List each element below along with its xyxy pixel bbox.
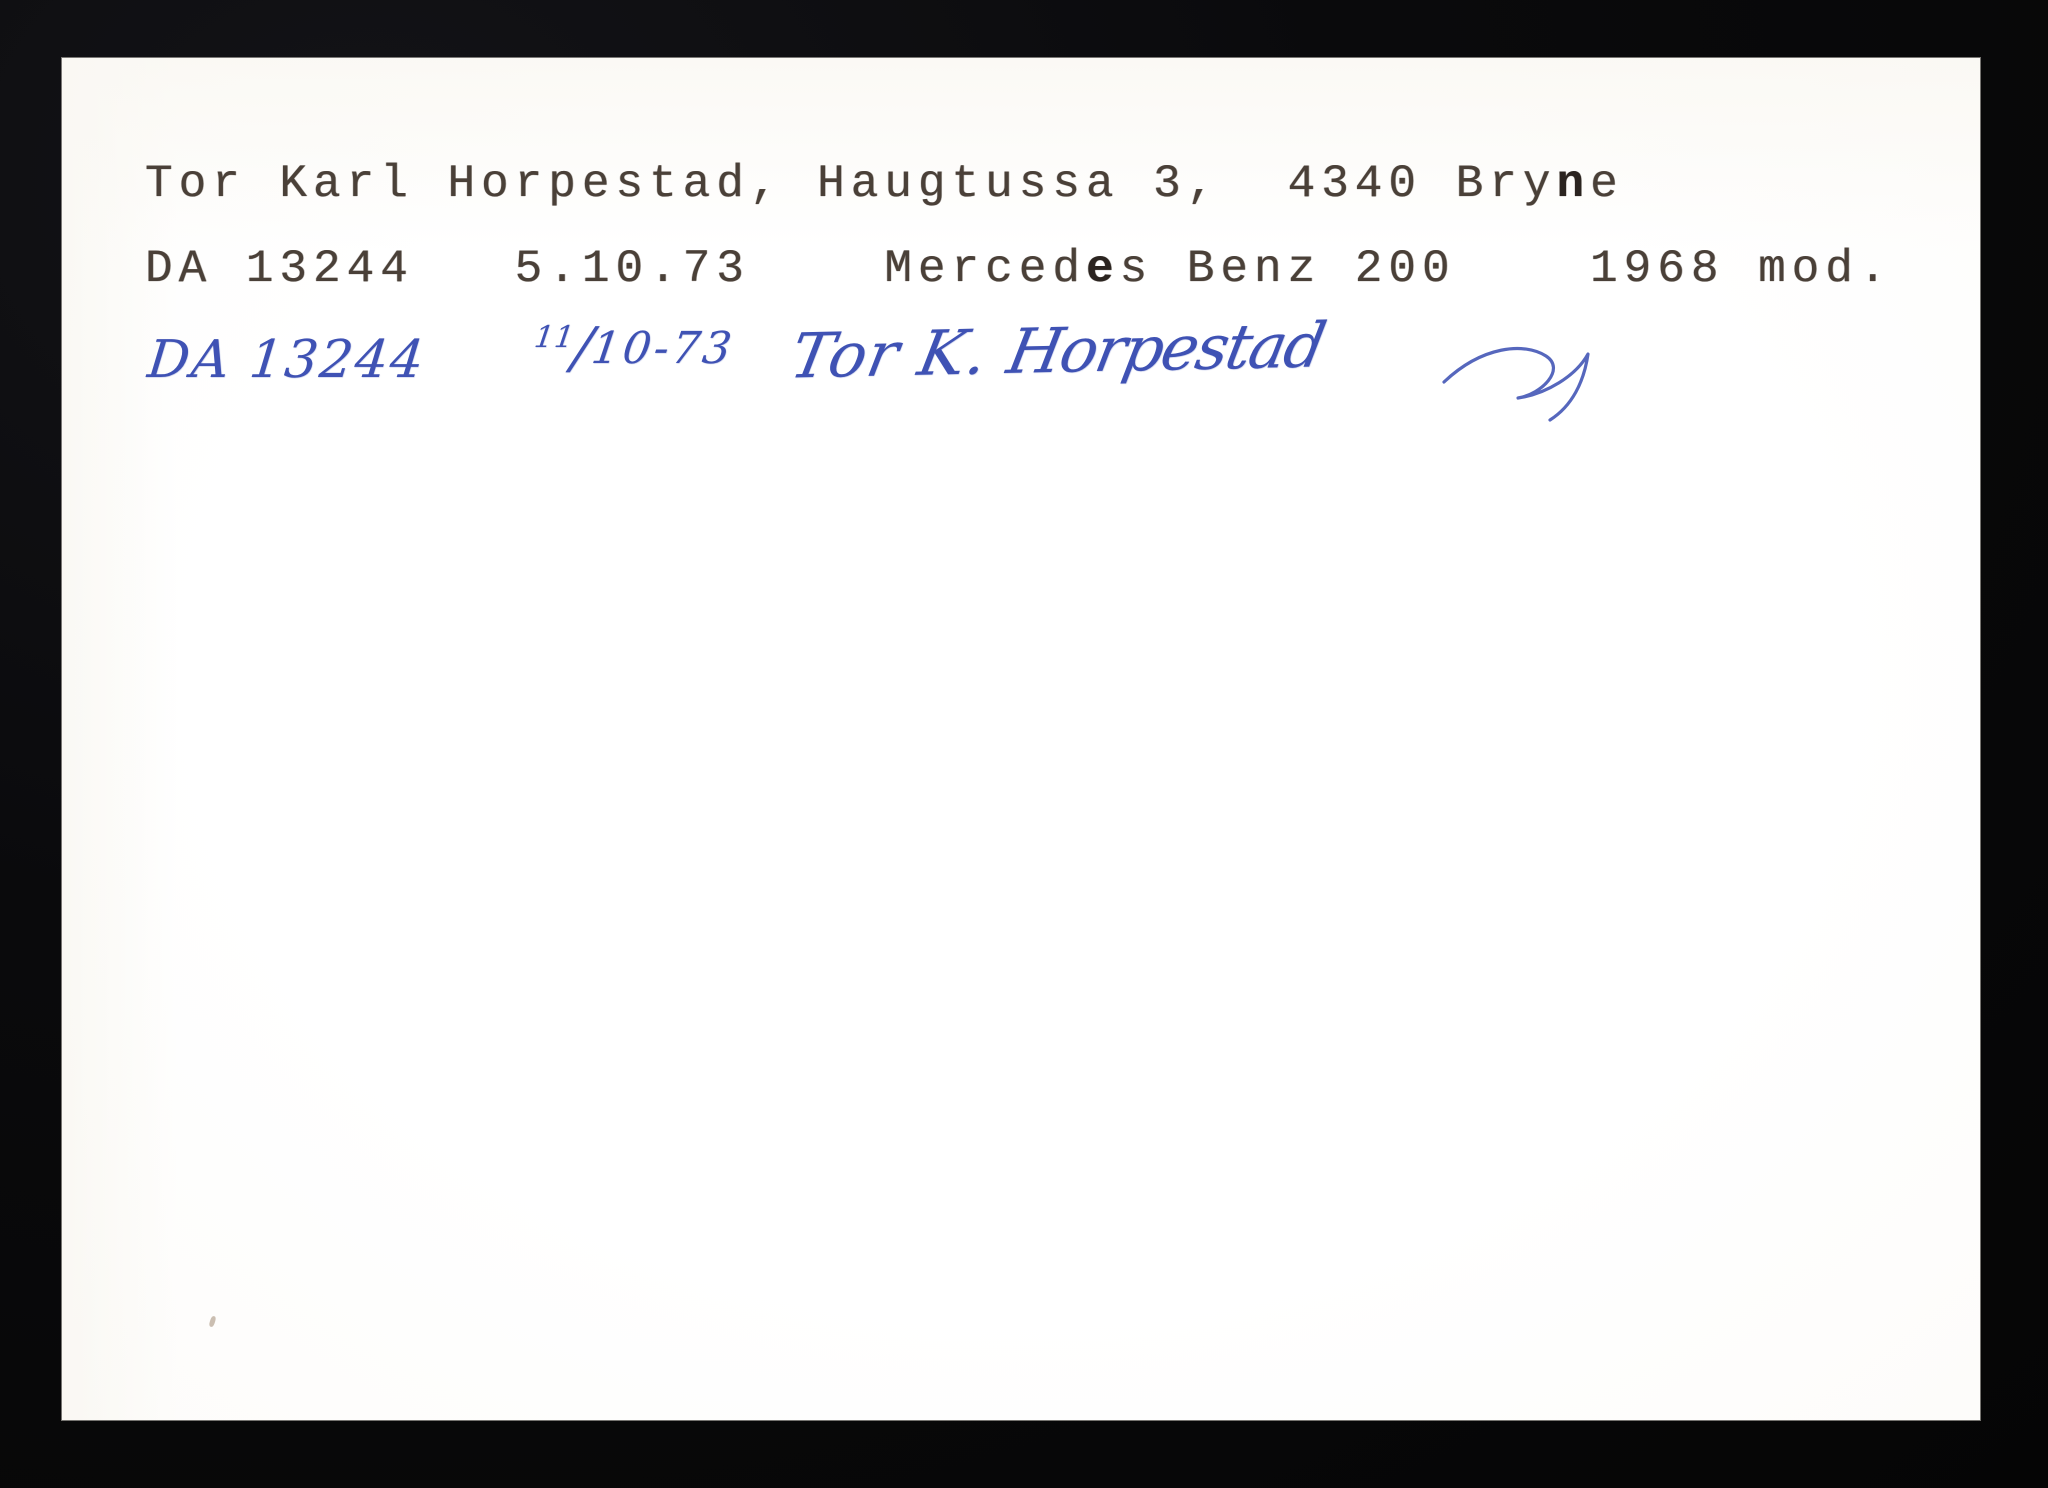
city-overstruck-character: n: [1556, 158, 1591, 210]
card-content: Tor Karl Horpestad, Haugtussa 3, 4340 Br…: [62, 58, 1980, 1420]
vehicle-model-year: 1968 mod.: [1590, 243, 1893, 295]
handwritten-date: 11/10-73: [528, 316, 738, 381]
scanned-document-page: Tor Karl Horpestad, Haugtussa 3, 4340 Br…: [0, 0, 2048, 1488]
handwritten-date-day: 11: [532, 320, 578, 355]
make-year-gap: [1456, 243, 1590, 295]
postal-city-space: [1422, 158, 1456, 210]
city-name-suffix: e: [1590, 158, 1624, 210]
typed-vehicle-record-line: DA 13244 5.10.73 Mercedes Benz 200 1968 …: [145, 243, 1893, 295]
signature-surname: Horpestad: [1001, 308, 1330, 389]
vehicle-make-prefix: Merced: [884, 243, 1086, 295]
typed-record-date: 5.10.73: [514, 243, 750, 295]
handwritten-entry-row: DA 13244 11/10-73 Tor K. Horpestad: [144, 308, 1648, 428]
vehicle-make-suffix: s Benz 200: [1119, 243, 1456, 295]
handwritten-signature: Tor K. Horpestad: [785, 308, 1330, 392]
street-address: Haugtussa 3: [817, 158, 1187, 210]
postal-code: 4340: [1287, 158, 1423, 210]
typed-registration-number: DA 13244: [145, 243, 414, 295]
handwritten-date-month-year: 10-73: [588, 323, 738, 374]
card-blank-area: [62, 458, 1980, 1418]
registration-date-gap: [414, 243, 515, 295]
signature-flourish-stroke: [1442, 346, 1590, 422]
name-address-separator: ,: [749, 158, 818, 210]
date-make-gap: [750, 243, 884, 295]
city-name-prefix: Bry: [1455, 158, 1557, 210]
vehicle-make-overstruck-character: e: [1085, 243, 1120, 295]
owner-name: Tor Karl Horpestad: [145, 158, 750, 210]
index-card: Tor Karl Horpestad, Haugtussa 3, 4340 Br…: [62, 58, 1980, 1420]
handwritten-registration-number: DA 13244: [144, 330, 429, 390]
signature-given-name: Tor K.: [784, 315, 995, 393]
address-postal-separator: ,: [1186, 158, 1288, 210]
typed-owner-address-line: Tor Karl Horpestad, Haugtussa 3, 4340 Br…: [145, 158, 1624, 210]
